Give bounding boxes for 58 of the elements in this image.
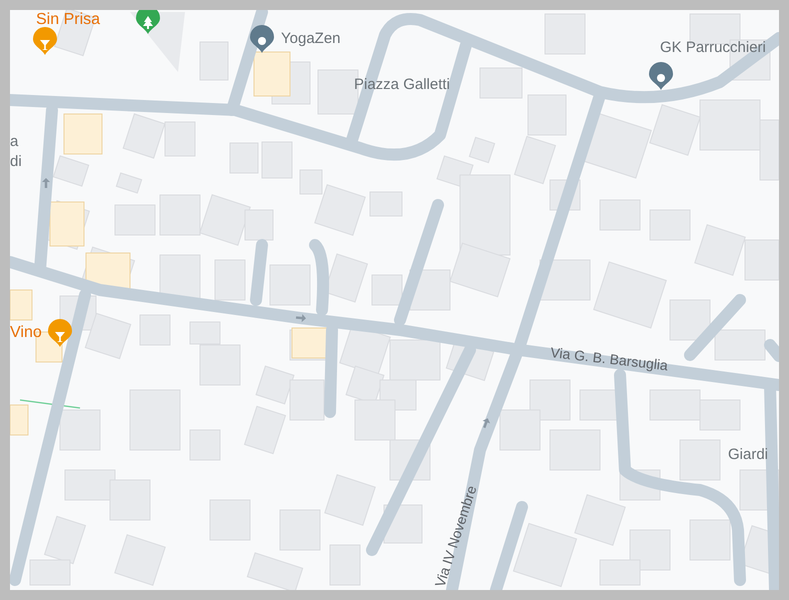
building [270,264,310,306]
building [700,400,740,430]
building [528,94,566,136]
map-pin-icon[interactable] [649,62,673,90]
building [650,390,700,420]
building [390,340,440,380]
building [262,142,292,178]
wine-glass-pin-icon[interactable] [48,319,72,347]
building [690,520,730,560]
place-label: Vino [10,324,42,341]
place-label: Giardi [728,446,768,463]
building [550,430,600,470]
building [354,400,396,440]
place-label: Sin Prisa [36,11,100,28]
building [110,480,150,520]
building [530,380,570,420]
place-label: GK Parrucchieri [660,39,766,56]
building [200,42,228,80]
tree-pin-icon[interactable] [136,10,160,34]
building [160,254,200,300]
map-pin-icon[interactable] [250,25,274,53]
building [330,544,360,586]
street-label: Via G. B. Barsuglia [550,344,669,374]
place-label: YogaZen [281,30,341,47]
building [280,510,320,550]
building [670,300,710,340]
building [372,274,402,306]
building [214,260,246,300]
building [500,410,540,450]
building [10,404,28,436]
one-way-arrow-icon [482,418,490,428]
building [230,142,258,174]
building [140,314,170,346]
building [60,410,100,450]
building [600,200,640,230]
building [160,194,200,236]
building [164,122,196,156]
building [10,290,32,320]
building [130,390,180,450]
building [650,210,690,240]
building [714,330,766,360]
one-way-arrow-icon [296,314,306,322]
building [50,202,84,246]
building [290,380,324,420]
building [190,430,220,460]
place-label: a [10,133,18,150]
place-label: di [10,153,22,170]
building [680,440,720,480]
wine-glass-pin-icon[interactable] [33,27,57,55]
building [370,192,402,216]
place-label: Piazza Galletti [354,76,450,93]
one-way-arrow-icon [42,178,50,188]
building [64,470,116,500]
building [254,52,290,96]
building [544,14,586,54]
building [114,204,156,236]
building [480,68,522,98]
building [210,500,250,540]
